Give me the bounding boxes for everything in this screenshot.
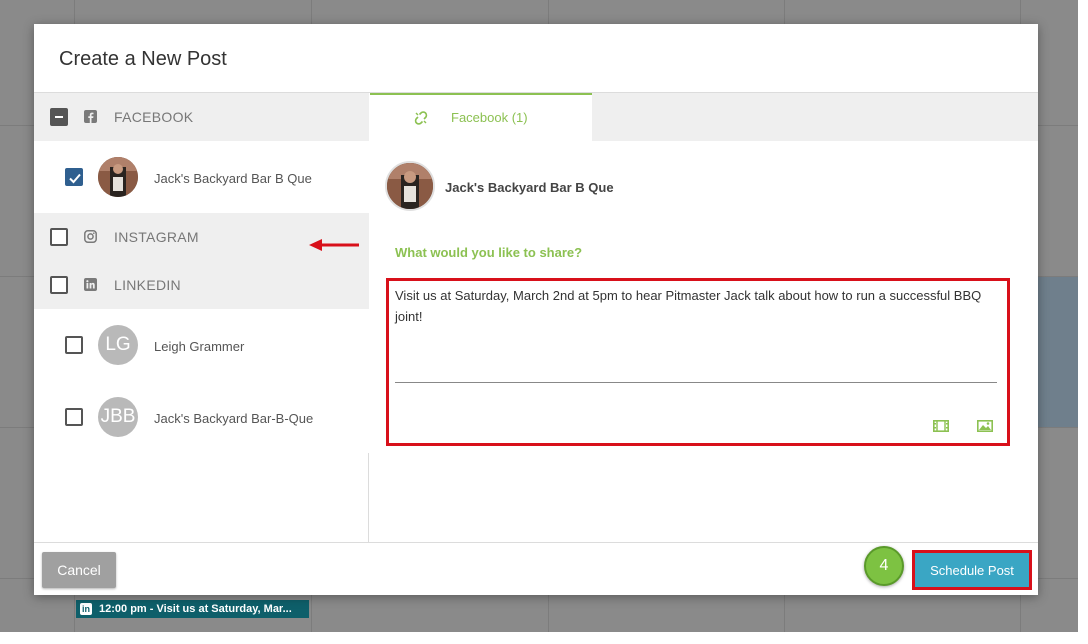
network-label-linkedin: LINKEDIN [114,277,181,293]
account-name: Jack's Backyard Bar-B-Que [154,411,314,426]
image-icon[interactable] [976,419,994,433]
network-tabs: Facebook (1) [370,93,1038,141]
calendar-event[interactable]: in 12:00 pm - Visit us at Saturday, Mar.… [76,600,309,618]
account-avatar: JBB [98,397,138,437]
account-selector-panel: FACEBOOK Jack's Backyard Bar B Que INSTA… [34,93,369,542]
account-name: Leigh Grammer [154,339,245,354]
linkedin-icon [84,278,97,291]
post-account-avatar [385,161,435,211]
account-checkbox-leigh-grammer[interactable] [65,336,83,354]
calendar-event-text: 12:00 pm - Visit us at Saturday, Mar... [99,603,292,615]
network-row-instagram[interactable]: INSTAGRAM [34,213,369,261]
video-icon[interactable] [932,419,950,433]
account-checkbox-jacks-backyard-bbq[interactable] [65,408,83,426]
screenshot-frame [0,632,1088,644]
post-text-input[interactable]: Visit us at Saturday, March 2nd at 5pm t… [395,285,995,327]
network-row-linkedin[interactable]: LINKEDIN [34,261,369,309]
account-avatar [98,157,138,197]
account-checkbox-jacks-backyard[interactable] [65,168,83,186]
network-label-facebook: FACEBOOK [114,109,194,125]
network-row-facebook[interactable]: FACEBOOK [34,93,369,141]
account-row-leigh-grammer[interactable]: LG Leigh Grammer [34,309,369,381]
network-label-instagram: INSTAGRAM [114,229,199,245]
cancel-button[interactable]: Cancel [42,552,116,588]
account-row-jacks-backyard-facebook[interactable]: Jack's Backyard Bar B Que [34,141,369,213]
calendar-cell-highlight [1038,277,1078,427]
composer-divider [395,382,997,383]
screenshot-frame [1078,0,1088,644]
tab-label: Facebook (1) [451,110,528,125]
modal-title: Create a New Post [59,48,227,70]
facebook-icon [84,110,97,123]
schedule-post-button[interactable]: Schedule Post [915,553,1029,587]
post-account-name: Jack's Backyard Bar B Que [445,180,614,195]
account-avatar: LG [98,325,138,365]
red-arrow-annotation [309,239,359,251]
account-name: Jack's Backyard Bar B Que [154,171,312,186]
create-post-modal: Create a New Post FACEBOOK Jack's Backya… [34,24,1038,595]
linkedin-icon: in [80,603,92,615]
facebook-group-checkbox[interactable] [50,108,68,126]
account-row-jacks-backyard-linkedin[interactable]: JBB Jack's Backyard Bar-B-Que [34,381,369,453]
modal-footer: Cancel 4 Schedule Post [34,542,1038,595]
step-number-badge: 4 [864,546,904,586]
tab-facebook[interactable]: Facebook (1) [370,93,592,141]
unlink-icon [414,111,428,130]
instagram-group-checkbox[interactable] [50,228,68,246]
post-composer-panel: Facebook (1) Jack's Backyard Bar B Que W… [370,93,1038,542]
post-text-composer[interactable]: Visit us at Saturday, March 2nd at 5pm t… [386,278,1010,446]
modal-header: Create a New Post [34,24,1038,93]
linkedin-group-checkbox[interactable] [50,276,68,294]
instagram-icon [84,230,97,243]
share-prompt-label: What would you like to share? [395,245,583,260]
